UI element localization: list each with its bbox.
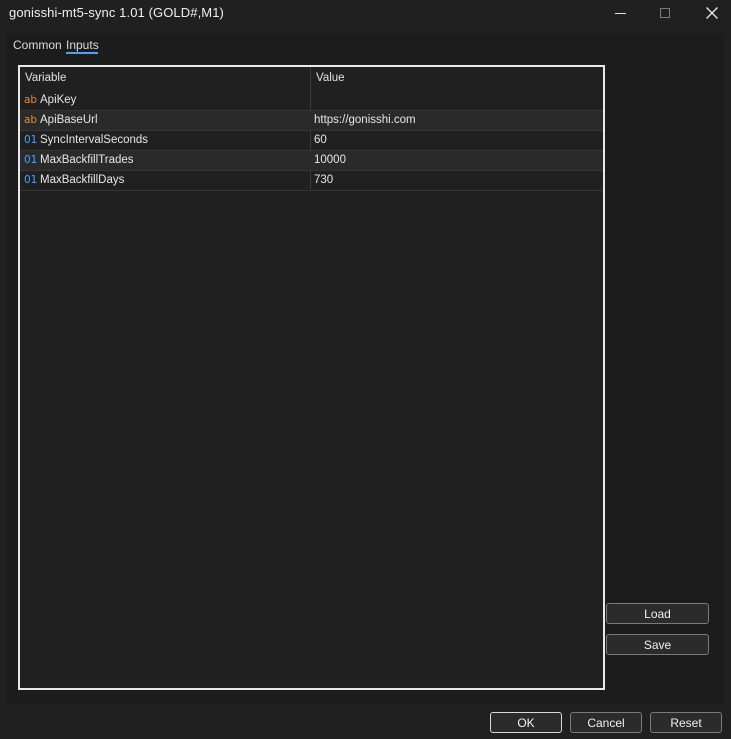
load-button[interactable]: Load bbox=[606, 603, 709, 624]
variable-value[interactable]: https://gonisshi.com bbox=[314, 114, 416, 126]
close-button[interactable] bbox=[690, 0, 731, 26]
maximize-icon bbox=[660, 8, 670, 18]
close-icon bbox=[706, 7, 718, 19]
variable-value[interactable]: 60 bbox=[314, 134, 327, 146]
variable-name: SyncIntervalSeconds bbox=[40, 134, 149, 146]
window-title: gonisshi-mt5-sync 1.01 (GOLD#,M1) bbox=[9, 5, 224, 20]
table-row[interactable]: ab ApiKey bbox=[20, 91, 603, 111]
active-tab-indicator bbox=[66, 52, 98, 54]
numeric-type-icon: 01 bbox=[24, 134, 38, 146]
table-header: Variable Value bbox=[20, 67, 603, 91]
title-bar[interactable]: gonisshi-mt5-sync 1.01 (GOLD#,M1) bbox=[0, 0, 731, 26]
tab-common[interactable]: Common bbox=[13, 38, 62, 52]
variable-name: ApiBaseUrl bbox=[40, 114, 98, 126]
maximize-button[interactable] bbox=[643, 0, 687, 26]
cancel-button[interactable]: Cancel bbox=[570, 712, 642, 733]
variable-name: MaxBackfillTrades bbox=[40, 154, 134, 166]
save-button[interactable]: Save bbox=[606, 634, 709, 655]
variable-name: ApiKey bbox=[40, 94, 77, 106]
column-header-value[interactable]: Value bbox=[316, 72, 345, 84]
minimize-button[interactable] bbox=[598, 0, 642, 26]
variable-name: MaxBackfillDays bbox=[40, 174, 125, 186]
variable-value[interactable]: 730 bbox=[314, 174, 333, 186]
table-row[interactable]: 01 MaxBackfillTrades 10000 bbox=[20, 151, 603, 171]
string-type-icon: ab bbox=[24, 94, 38, 106]
table-row[interactable]: ab ApiBaseUrl https://gonisshi.com bbox=[20, 111, 603, 131]
table-row[interactable]: 01 MaxBackfillDays 730 bbox=[20, 171, 603, 191]
column-header-variable[interactable]: Variable bbox=[25, 72, 66, 84]
minimize-icon bbox=[614, 12, 626, 14]
tab-inputs[interactable]: Inputs bbox=[66, 38, 99, 52]
ok-button[interactable]: OK bbox=[490, 712, 562, 733]
inputs-table: Variable Value ab ApiKey ab ApiBaseUrl h… bbox=[18, 65, 605, 690]
numeric-type-icon: 01 bbox=[24, 154, 38, 166]
table-row[interactable]: 01 SyncIntervalSeconds 60 bbox=[20, 131, 603, 151]
numeric-type-icon: 01 bbox=[24, 174, 38, 186]
variable-value[interactable]: 10000 bbox=[314, 154, 346, 166]
reset-button[interactable]: Reset bbox=[650, 712, 722, 733]
string-type-icon: ab bbox=[24, 114, 38, 126]
